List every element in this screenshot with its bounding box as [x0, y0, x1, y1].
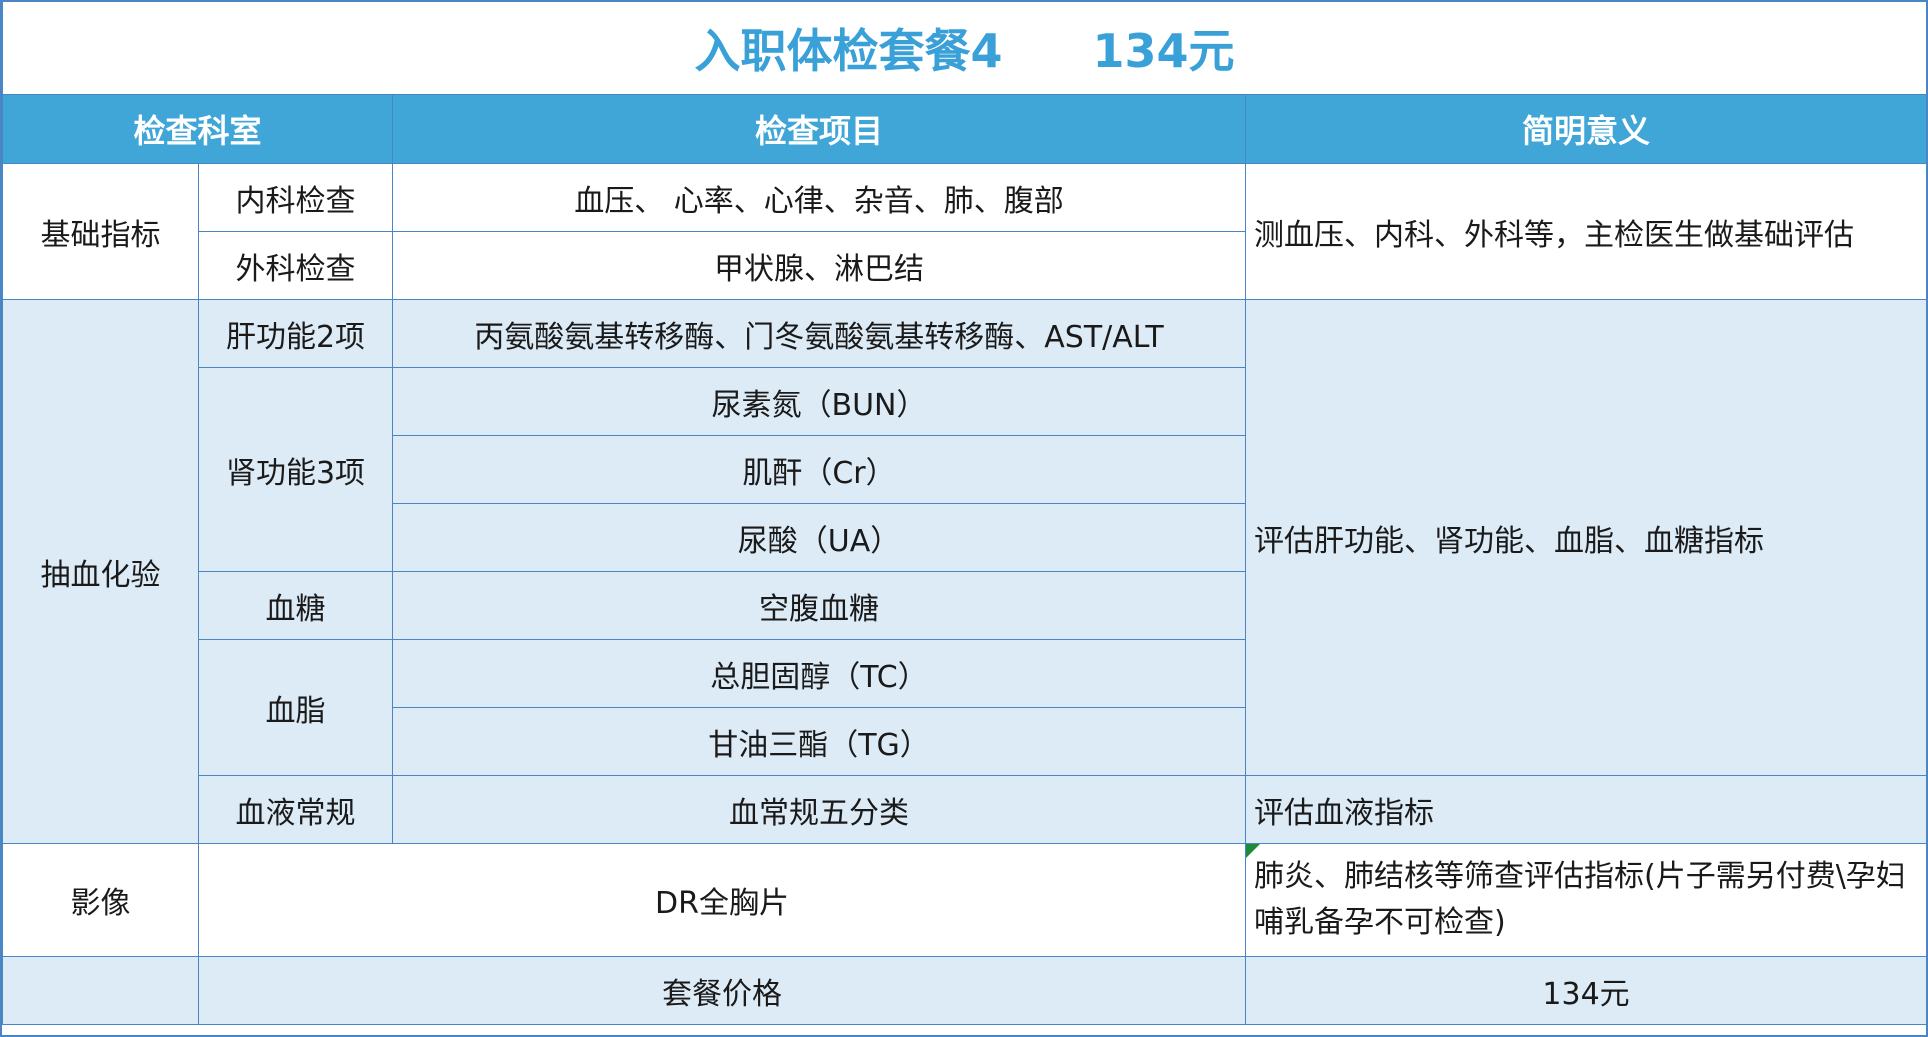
group-imaging: 影像 [2, 843, 199, 957]
items-surgical: 甲状腺、淋巴结 [392, 231, 1246, 300]
item-tc: 总胆固醇（TC） [392, 639, 1246, 708]
sub-routine: 血液常规 [198, 775, 393, 844]
item-routine: 血常规五分类 [392, 775, 1246, 844]
item-ua: 尿酸（UA） [392, 503, 1246, 572]
package-table: 入职体检套餐4 134元 检查科室 检查项目 简明意义 基础指标 内科检查 血压、… [2, 2, 1926, 1025]
items-internal: 血压、 心率、心律、杂音、肺、腹部 [392, 163, 1246, 232]
group-blood: 抽血化验 [2, 299, 199, 844]
comment-marker-icon [1246, 844, 1260, 858]
package-name: 入职体检套餐4 [694, 24, 1003, 78]
sub-surgical: 外科检查 [198, 231, 393, 300]
price-row: 套餐价格 134元 [2, 956, 1926, 1025]
price-value: 134元 [1244, 956, 1926, 1025]
sub-kidney: 肾功能3项 [198, 367, 393, 572]
table-row: 基础指标 内科检查 血压、 心率、心律、杂音、肺、腹部 测血压、内科、外科等，主… [2, 163, 1926, 300]
sub-lipid: 血脂 [198, 639, 393, 776]
table-row: 影像 DR全胸片 肺炎、肺结核等筛查评估指标(片子需另付费\孕妇哺乳备孕不可检查… [2, 843, 1926, 957]
item-cr: 肌酐（Cr） [392, 435, 1246, 504]
header-row: 检查科室 检查项目 简明意义 [2, 94, 1926, 164]
title-row: 入职体检套餐4 134元 [2, 2, 1926, 95]
sub-internal: 内科检查 [198, 163, 393, 232]
table-row: 血液常规 血常规五分类 评估血液指标 [3, 775, 1926, 844]
items-liver: 丙氨酸氨基转移酶、门冬氨酸氨基转移酶、AST/ALT [392, 299, 1246, 368]
page-title: 入职体检套餐4 134元 [2, 2, 1926, 95]
header-meaning: 简明意义 [1244, 94, 1926, 164]
price-label: 套餐价格 [198, 956, 1246, 1025]
header-items: 检查项目 [392, 94, 1246, 164]
meaning-routine: 评估血液指标 [1244, 775, 1926, 844]
meaning-basic: 测血压、内科、外科等，主检医生做基础评估 [1244, 163, 1926, 300]
item-tg: 甘油三酯（TG） [392, 707, 1246, 776]
item-dr-chest: DR全胸片 [198, 843, 1246, 957]
table-row: 抽血化验 肝功能2项 丙氨酸氨基转移酶、门冬氨酸氨基转移酶、AST/ALT 评估… [2, 299, 1926, 844]
price-row-blank [2, 956, 199, 1025]
item-bun: 尿素氮（BUN） [392, 367, 1246, 436]
item-fasting-glucose: 空腹血糖 [392, 571, 1246, 640]
package-price-title: 134元 [1092, 24, 1235, 78]
meaning-imaging: 肺炎、肺结核等筛查评估指标(片子需另付费\孕妇哺乳备孕不可检查) [1244, 843, 1926, 957]
package-sheet: 入职体检套餐4 134元 检查科室 检查项目 简明意义 基础指标 内科检查 血压、… [0, 0, 1928, 1037]
group-basic: 基础指标 [2, 163, 199, 300]
sub-liver: 肝功能2项 [198, 299, 393, 368]
sub-sugar: 血糖 [198, 571, 393, 640]
meaning-imaging-text: 肺炎、肺结核等筛查评估指标(片子需另付费\孕妇哺乳备孕不可检查) [1254, 859, 1906, 940]
header-dept: 检查科室 [2, 94, 393, 164]
meaning-blood: 评估肝功能、肾功能、血脂、血糖指标 [1244, 299, 1926, 776]
